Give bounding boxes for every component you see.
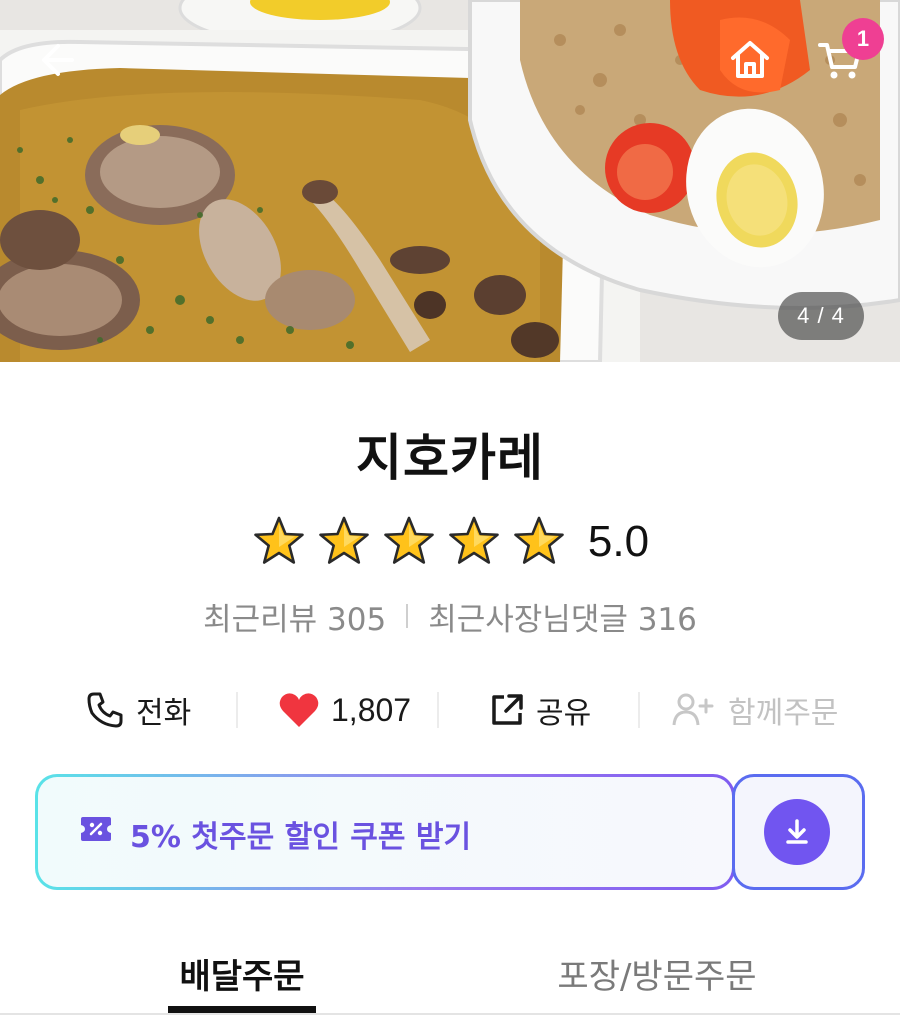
cart-count-badge: 1 [842, 18, 884, 60]
share-button[interactable]: 공유 [490, 684, 591, 736]
add-person-icon [672, 693, 714, 726]
like-count: 1,807 [331, 691, 412, 728]
active-tab-indicator [168, 1006, 316, 1013]
first-order-coupon: 5% 첫주문 할인 쿠폰 받기 [35, 774, 865, 890]
coupon-download-button[interactable] [732, 774, 865, 890]
recent-reviews-count[interactable]: 최근리뷰 305 [203, 594, 386, 639]
back-button[interactable] [26, 30, 86, 90]
back-arrow-icon [42, 44, 74, 76]
coupon-icon [81, 817, 111, 841]
group-order-button[interactable]: 함께주문 [672, 684, 838, 736]
divider [236, 692, 238, 728]
store-name: 지호카레 [356, 429, 544, 487]
star-icon [449, 516, 499, 564]
group-order-label: 함께주문 [728, 696, 839, 731]
call-label: 전화 [136, 696, 192, 731]
call-button[interactable]: 전화 [86, 684, 191, 736]
home-icon [731, 41, 769, 78]
coupon-banner[interactable]: 5% 첫주문 할인 쿠폰 받기 [35, 774, 735, 890]
photo-page-indicator: 4 / 4 [778, 292, 864, 340]
store-actions: 전화 1,807 공유 함께주문 [0, 684, 900, 736]
order-type-tabs: 배달주문 포장/방문주문 [0, 936, 900, 1031]
star-icon [254, 516, 304, 564]
tab-delivery[interactable]: 배달주문 [140, 936, 344, 1010]
coupon-text: 5% 첫주문 할인 쿠폰 받기 [130, 820, 472, 855]
store-photo-carousel[interactable]: 1 4 / 4 [0, 0, 900, 362]
rating-value: 5.0 [587, 517, 650, 566]
divider [638, 692, 640, 728]
owner-replies-count: 최근사장님댓글 316 [428, 601, 697, 638]
divider [406, 604, 409, 628]
review-stats: 최근리뷰 305 최근사장님댓글 316 [0, 594, 900, 638]
share-icon [492, 694, 523, 725]
tab-pickup[interactable]: 포장/방문주문 [520, 936, 794, 1010]
download-circle [764, 799, 830, 865]
star-icon [384, 516, 434, 564]
divider [437, 692, 439, 728]
heart-icon [279, 693, 319, 727]
like-button[interactable]: 1,807 [279, 684, 411, 736]
home-button[interactable] [720, 30, 780, 90]
share-label: 공유 [536, 696, 592, 731]
download-icon [786, 819, 808, 844]
star-icon [319, 516, 369, 564]
rating-row: 5.0 [0, 510, 900, 574]
star-icon [514, 516, 564, 564]
phone-icon [87, 692, 123, 728]
tab-divider [0, 1013, 900, 1015]
